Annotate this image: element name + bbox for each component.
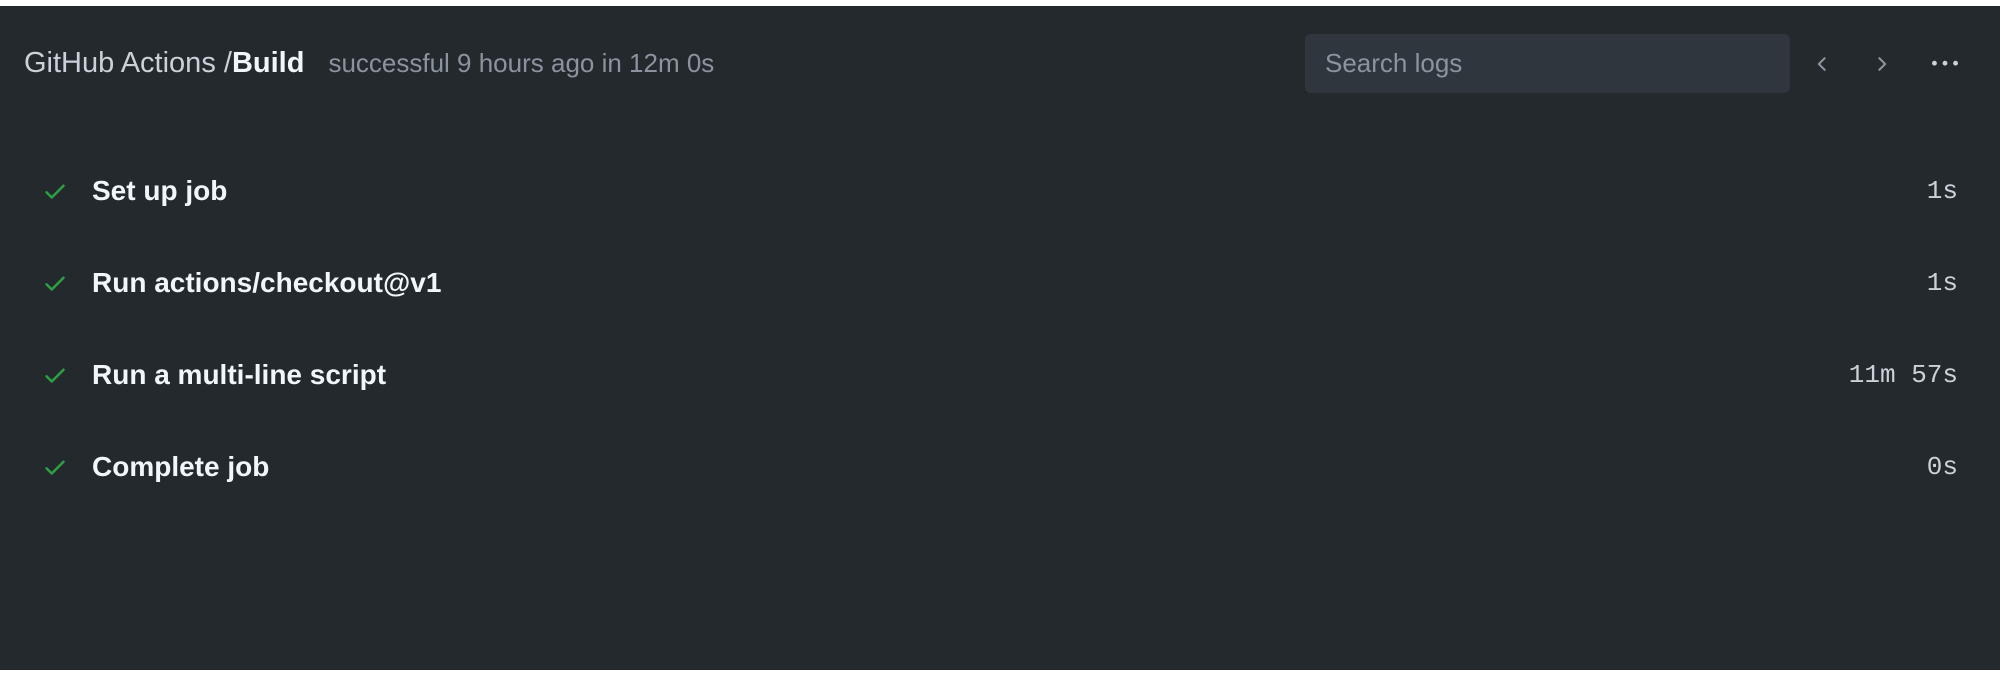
step-duration: 11m 57s (1849, 360, 1958, 390)
check-icon (42, 270, 68, 296)
chevron-right-icon (1870, 53, 1892, 75)
search-logs-input[interactable] (1305, 34, 1790, 93)
step-name: Run actions/checkout@v1 (92, 267, 441, 299)
step-duration: 0s (1927, 452, 1958, 482)
kebab-horizontal-icon (1932, 51, 1958, 77)
actions-log-panel: GitHub Actions / Build successful 9 hour… (0, 6, 2000, 670)
check-icon (42, 362, 68, 388)
prev-button[interactable] (1798, 43, 1848, 85)
check-icon (42, 454, 68, 480)
run-status-text: successful 9 hours ago in 12m 0s (328, 48, 714, 79)
step-row[interactable]: Complete job 0s (24, 421, 1976, 513)
breadcrumb: GitHub Actions / Build (24, 47, 304, 80)
steps-list: Set up job 1s Run actions/checkout@v1 1s… (0, 121, 2000, 513)
more-options-button[interactable] (1914, 41, 1976, 87)
step-duration: 1s (1927, 176, 1958, 206)
chevron-left-icon (1812, 53, 1834, 75)
step-name: Complete job (92, 451, 269, 483)
header-controls (1305, 34, 1976, 93)
step-name: Set up job (92, 175, 227, 207)
log-header: GitHub Actions / Build successful 9 hour… (0, 6, 2000, 121)
step-row[interactable]: Run a multi-line script 11m 57s (24, 329, 1976, 421)
step-name: Run a multi-line script (92, 359, 386, 391)
step-row[interactable]: Run actions/checkout@v1 1s (24, 237, 1976, 329)
breadcrumb-prefix: GitHub Actions / (24, 47, 232, 80)
step-duration: 1s (1927, 268, 1958, 298)
step-row[interactable]: Set up job 1s (24, 145, 1976, 237)
check-icon (42, 178, 68, 204)
next-button[interactable] (1856, 43, 1906, 85)
breadcrumb-current: Build (232, 47, 305, 80)
